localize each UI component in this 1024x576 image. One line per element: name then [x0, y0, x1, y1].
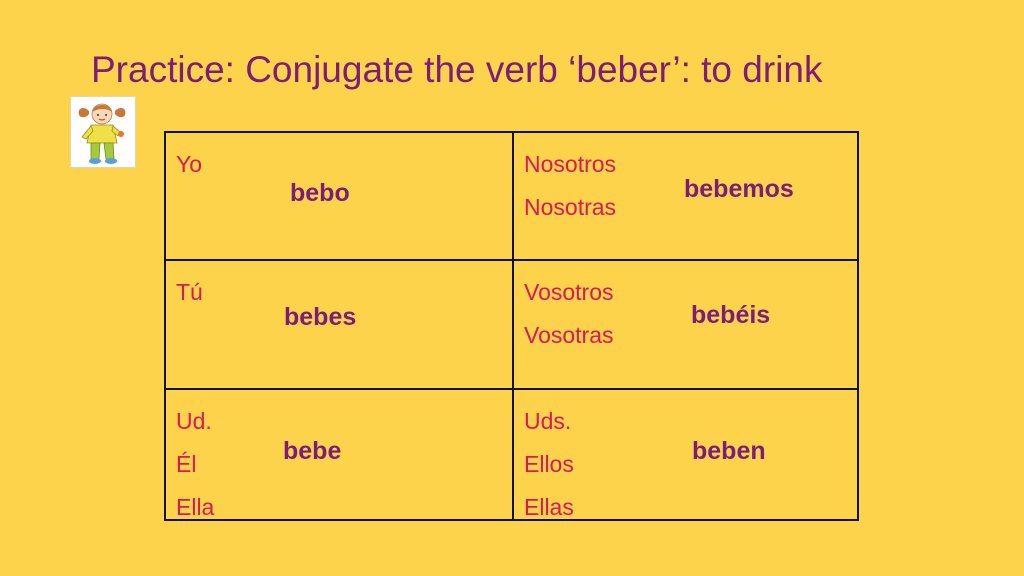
answer-text: beben [692, 437, 766, 465]
answer-text: bebo [290, 179, 350, 207]
pronoun-label: Ellas [524, 494, 574, 520]
answer-text: bebes [284, 303, 357, 331]
cell-tu: Tú bebes [166, 261, 514, 390]
answer-text: bebéis [691, 301, 771, 329]
pronoun-label: Yo [176, 151, 203, 177]
pronoun-label: Ella [176, 494, 215, 520]
pronoun-list: Ud. Él Ella [176, 400, 214, 529]
pronoun-label: Ellos [524, 451, 574, 477]
pronoun-label: Nosotros [524, 151, 617, 177]
pronoun-label: Nosotras [524, 194, 617, 220]
answer-text: bebe [283, 437, 342, 465]
pronoun-label: Vosotras [524, 322, 614, 348]
pronoun-label: Vosotros [524, 279, 614, 305]
cell-yo: Yo bebo [166, 133, 514, 261]
pronoun-label: Ud. [176, 408, 212, 434]
pronoun-label: Él [176, 451, 197, 477]
cell-ud: Ud. Él Ella bebe [166, 390, 514, 520]
pronoun-label: Tú [176, 279, 203, 305]
pronoun-label: Uds. [524, 408, 572, 434]
girl-cartoon-icon [70, 96, 136, 168]
slide-title: Practice: Conjugate the verb ‘beber’: to… [91, 49, 823, 90]
cell-vosotros: Vosotros Vosotras bebéis [514, 261, 857, 390]
cell-uds: Uds. Ellos Ellas beben [514, 390, 857, 520]
pronoun-list: Nosotros Nosotras [524, 143, 616, 229]
answer-text: bebemos [684, 175, 794, 203]
pronoun-list: Yo [176, 143, 202, 186]
cell-nosotros: Nosotros Nosotras bebemos [514, 133, 857, 261]
conjugation-table: Yo bebo Nosotros Nosotras bebemos Tú beb… [164, 131, 859, 521]
pronoun-list: Uds. Ellos Ellas [524, 400, 574, 529]
pronoun-list: Tú [176, 271, 203, 314]
pronoun-list: Vosotros Vosotras [524, 271, 614, 357]
